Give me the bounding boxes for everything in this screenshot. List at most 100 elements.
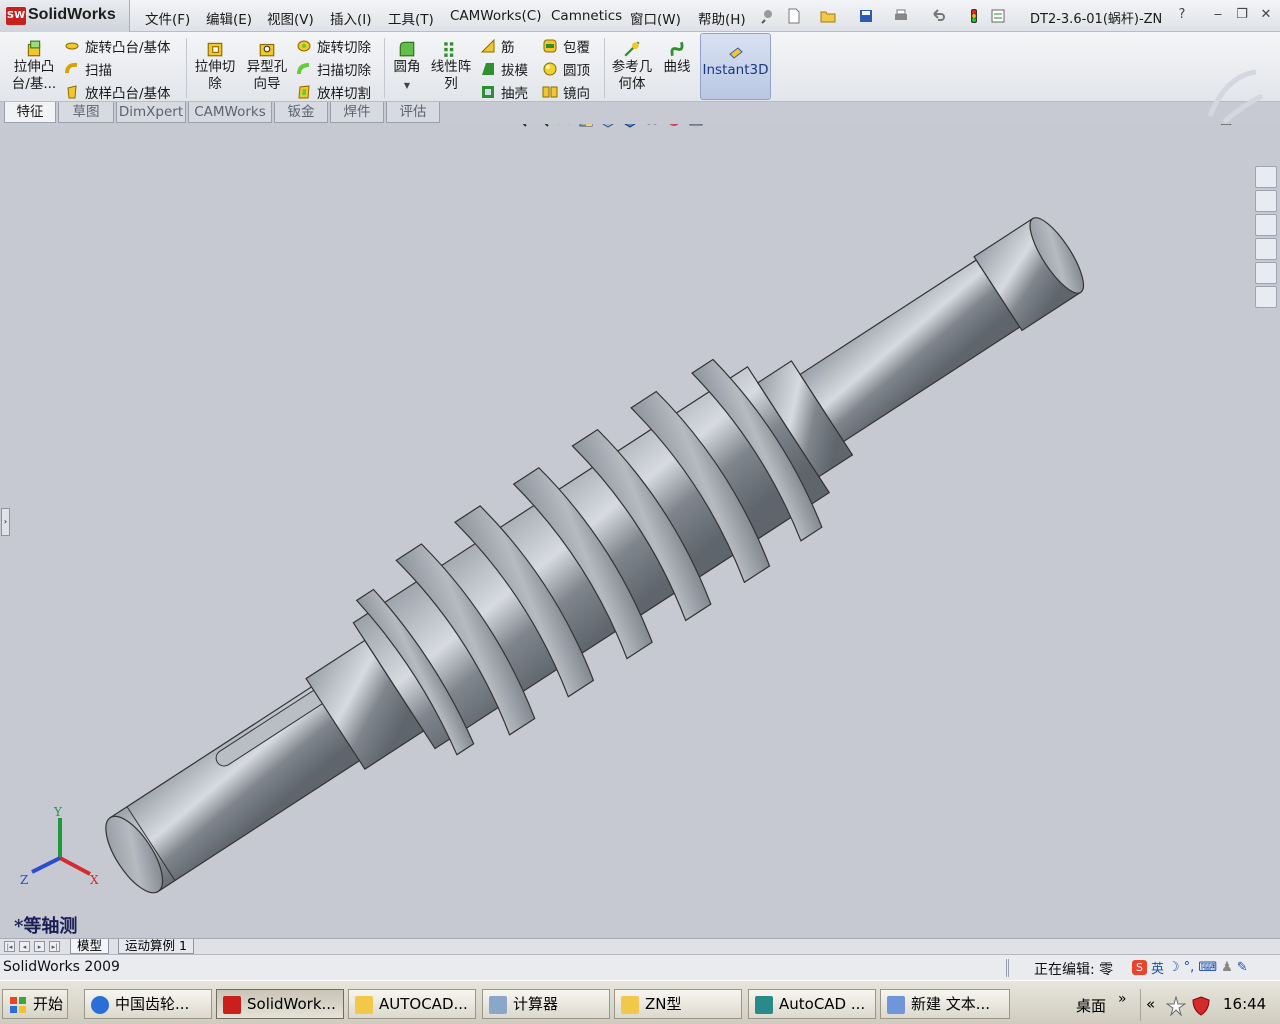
sweep-button[interactable]: 扫描	[64, 59, 112, 79]
desktop-toolbar[interactable]: 桌面	[1076, 995, 1106, 1016]
solidworks-logo[interactable]: SW SolidWorks	[0, 0, 130, 32]
hole-wizard-icon	[259, 43, 275, 57]
draft-button[interactable]: 拔模	[480, 59, 528, 79]
menu-help[interactable]: 帮助(H)	[698, 8, 746, 28]
task-autocad-label: AutoCAD ...	[779, 995, 866, 1013]
punctuation-icon[interactable]: °,	[1184, 960, 1195, 975]
extrude-boss-button[interactable]: 拉伸凸台/基...	[8, 36, 60, 93]
task-calculator[interactable]: 计算器	[482, 989, 610, 1019]
next-tab-icon[interactable]: ▸	[34, 941, 45, 952]
toolbar-expand-icon[interactable]: »	[1118, 991, 1127, 1007]
settings-wrench-icon[interactable]: ✎	[1237, 960, 1248, 975]
mirror-button[interactable]: 镜向	[542, 82, 590, 102]
save-icon[interactable]	[858, 8, 874, 24]
rib-button[interactable]: 筋	[480, 36, 515, 56]
keyboard-icon[interactable]: ⌨	[1198, 960, 1217, 975]
model-tabs-bar: |◂ ◂ ▸ ▸| 模型 运动算例 1	[0, 938, 1280, 954]
shell-icon	[482, 86, 494, 98]
tab-camworks[interactable]: CAMWorks	[188, 102, 272, 123]
fillet-button[interactable]: 圆角 ▼	[388, 36, 426, 94]
tray-expand-icon[interactable]: «	[1146, 995, 1155, 1013]
menu-file[interactable]: 文件(F)	[145, 8, 190, 28]
graphics-viewport[interactable]: ‒❐✕ ›	[0, 124, 1280, 938]
instant3d-button[interactable]: Instant3D	[700, 33, 771, 100]
calculator-icon	[489, 996, 507, 1014]
menu-view[interactable]: 视图(V)	[267, 8, 314, 28]
sweep-cut-button[interactable]: 扫描切除	[296, 59, 371, 79]
menu-tools[interactable]: 工具(T)	[388, 8, 434, 28]
ime-toolbar[interactable]: S 英 ☽ °, ⌨ ♟ ✎	[1132, 958, 1248, 977]
windows-flag-icon	[10, 997, 26, 1013]
menu-insert[interactable]: 插入(I)	[330, 8, 372, 28]
revolve-cut-button[interactable]: 旋转切除	[296, 36, 371, 56]
curves-button[interactable]: 曲线	[660, 36, 694, 76]
linear-pattern-button[interactable]: 线性阵列	[428, 36, 474, 93]
rib-icon	[480, 38, 495, 53]
start-button[interactable]: 开始	[2, 989, 68, 1019]
help-icon[interactable]: ?	[1174, 7, 1190, 23]
restore-button[interactable]: ❐	[1234, 7, 1250, 23]
sweep-icon	[65, 62, 78, 74]
tab-model[interactable]: 模型	[70, 939, 110, 954]
user-icon[interactable]: ♟	[1221, 960, 1233, 975]
sogou-ime-icon[interactable]: S	[1132, 960, 1147, 975]
new-document-icon[interactable]	[786, 8, 802, 24]
task-browser[interactable]: 中国齿轮...	[84, 989, 212, 1019]
ime-language[interactable]: 英	[1151, 958, 1164, 977]
sweep-label: 扫描	[85, 63, 112, 79]
loft-icon	[67, 85, 77, 99]
shell-button[interactable]: 抽壳	[480, 82, 528, 102]
pushpin-icon[interactable]	[760, 8, 776, 24]
menu-window[interactable]: 窗口(W)	[630, 8, 681, 28]
autocad-icon	[755, 996, 773, 1014]
start-label: 开始	[33, 995, 64, 1013]
dome-button[interactable]: 圆顶	[542, 59, 590, 79]
task-solidworks[interactable]: SolidWork...	[216, 989, 344, 1019]
open-folder-icon[interactable]	[820, 8, 836, 24]
options-icon[interactable]	[990, 8, 1006, 24]
rebuild-traffic-light-icon[interactable]	[966, 8, 982, 24]
draft-icon	[482, 63, 494, 75]
fillet-label: 圆角	[393, 59, 421, 75]
reference-geometry-button[interactable]: 参考几何体	[608, 36, 656, 93]
task-autocad-folder[interactable]: AUTOCAD...	[348, 989, 476, 1019]
dassault-logo	[1196, 66, 1274, 130]
minimize-button[interactable]: ‒	[1210, 7, 1226, 23]
loft-cut-button[interactable]: 放样切割	[296, 82, 371, 102]
menu-camnetics[interactable]: Camnetics	[551, 8, 622, 24]
undo-icon[interactable]	[930, 8, 946, 24]
tab-sheet-metal[interactable]: 钣金	[274, 102, 328, 123]
antivirus-shield-icon[interactable]	[1191, 996, 1211, 1016]
revolve-cut-icon	[297, 40, 311, 52]
half-width-icon[interactable]: ☽	[1168, 960, 1180, 975]
revolve-boss-button[interactable]: 旋转凸台/基体	[64, 36, 171, 56]
close-button[interactable]: ✕	[1258, 7, 1274, 23]
task-autocad[interactable]: AutoCAD ...	[748, 989, 876, 1019]
task-zn-folder-label: ZN型	[645, 995, 682, 1013]
menu-camworks[interactable]: CAMWorks(C)	[450, 8, 542, 24]
tab-sketch[interactable]: 草图	[58, 102, 114, 123]
print-icon[interactable]	[893, 8, 909, 24]
hole-wizard-button[interactable]: 异型孔向导	[244, 36, 290, 93]
tab-dimxpert[interactable]: DimXpert	[116, 102, 186, 123]
loft-label: 放样凸台/基体	[85, 86, 171, 102]
task-zn-folder[interactable]: ZN型	[614, 989, 742, 1019]
task-notepad[interactable]: 新建 文本...	[880, 989, 1010, 1019]
linear-pattern-icon	[444, 42, 454, 57]
loft-button[interactable]: 放样凸台/基体	[64, 82, 171, 102]
task-notepad-label: 新建 文本...	[911, 995, 991, 1013]
first-tab-icon[interactable]: |◂	[4, 941, 15, 952]
last-tab-icon[interactable]: ▸|	[49, 941, 60, 952]
wrap-button[interactable]: 包覆	[542, 36, 590, 56]
tab-features[interactable]: 特征	[4, 102, 56, 123]
network-star-icon[interactable]	[1166, 996, 1186, 1016]
tab-weldments[interactable]: 焊件	[330, 102, 384, 123]
tab-evaluate[interactable]: 评估	[386, 102, 440, 123]
menu-edit[interactable]: 编辑(E)	[206, 8, 252, 28]
worm-shaft-model[interactable]	[0, 124, 1280, 938]
folder-icon	[621, 996, 639, 1014]
extrude-cut-button[interactable]: 拉伸切除	[192, 36, 238, 93]
tab-motion-study[interactable]: 运动算例 1	[118, 939, 194, 954]
prev-tab-icon[interactable]: ◂	[19, 941, 30, 952]
fillet-dropdown-icon[interactable]: ▼	[404, 81, 410, 90]
